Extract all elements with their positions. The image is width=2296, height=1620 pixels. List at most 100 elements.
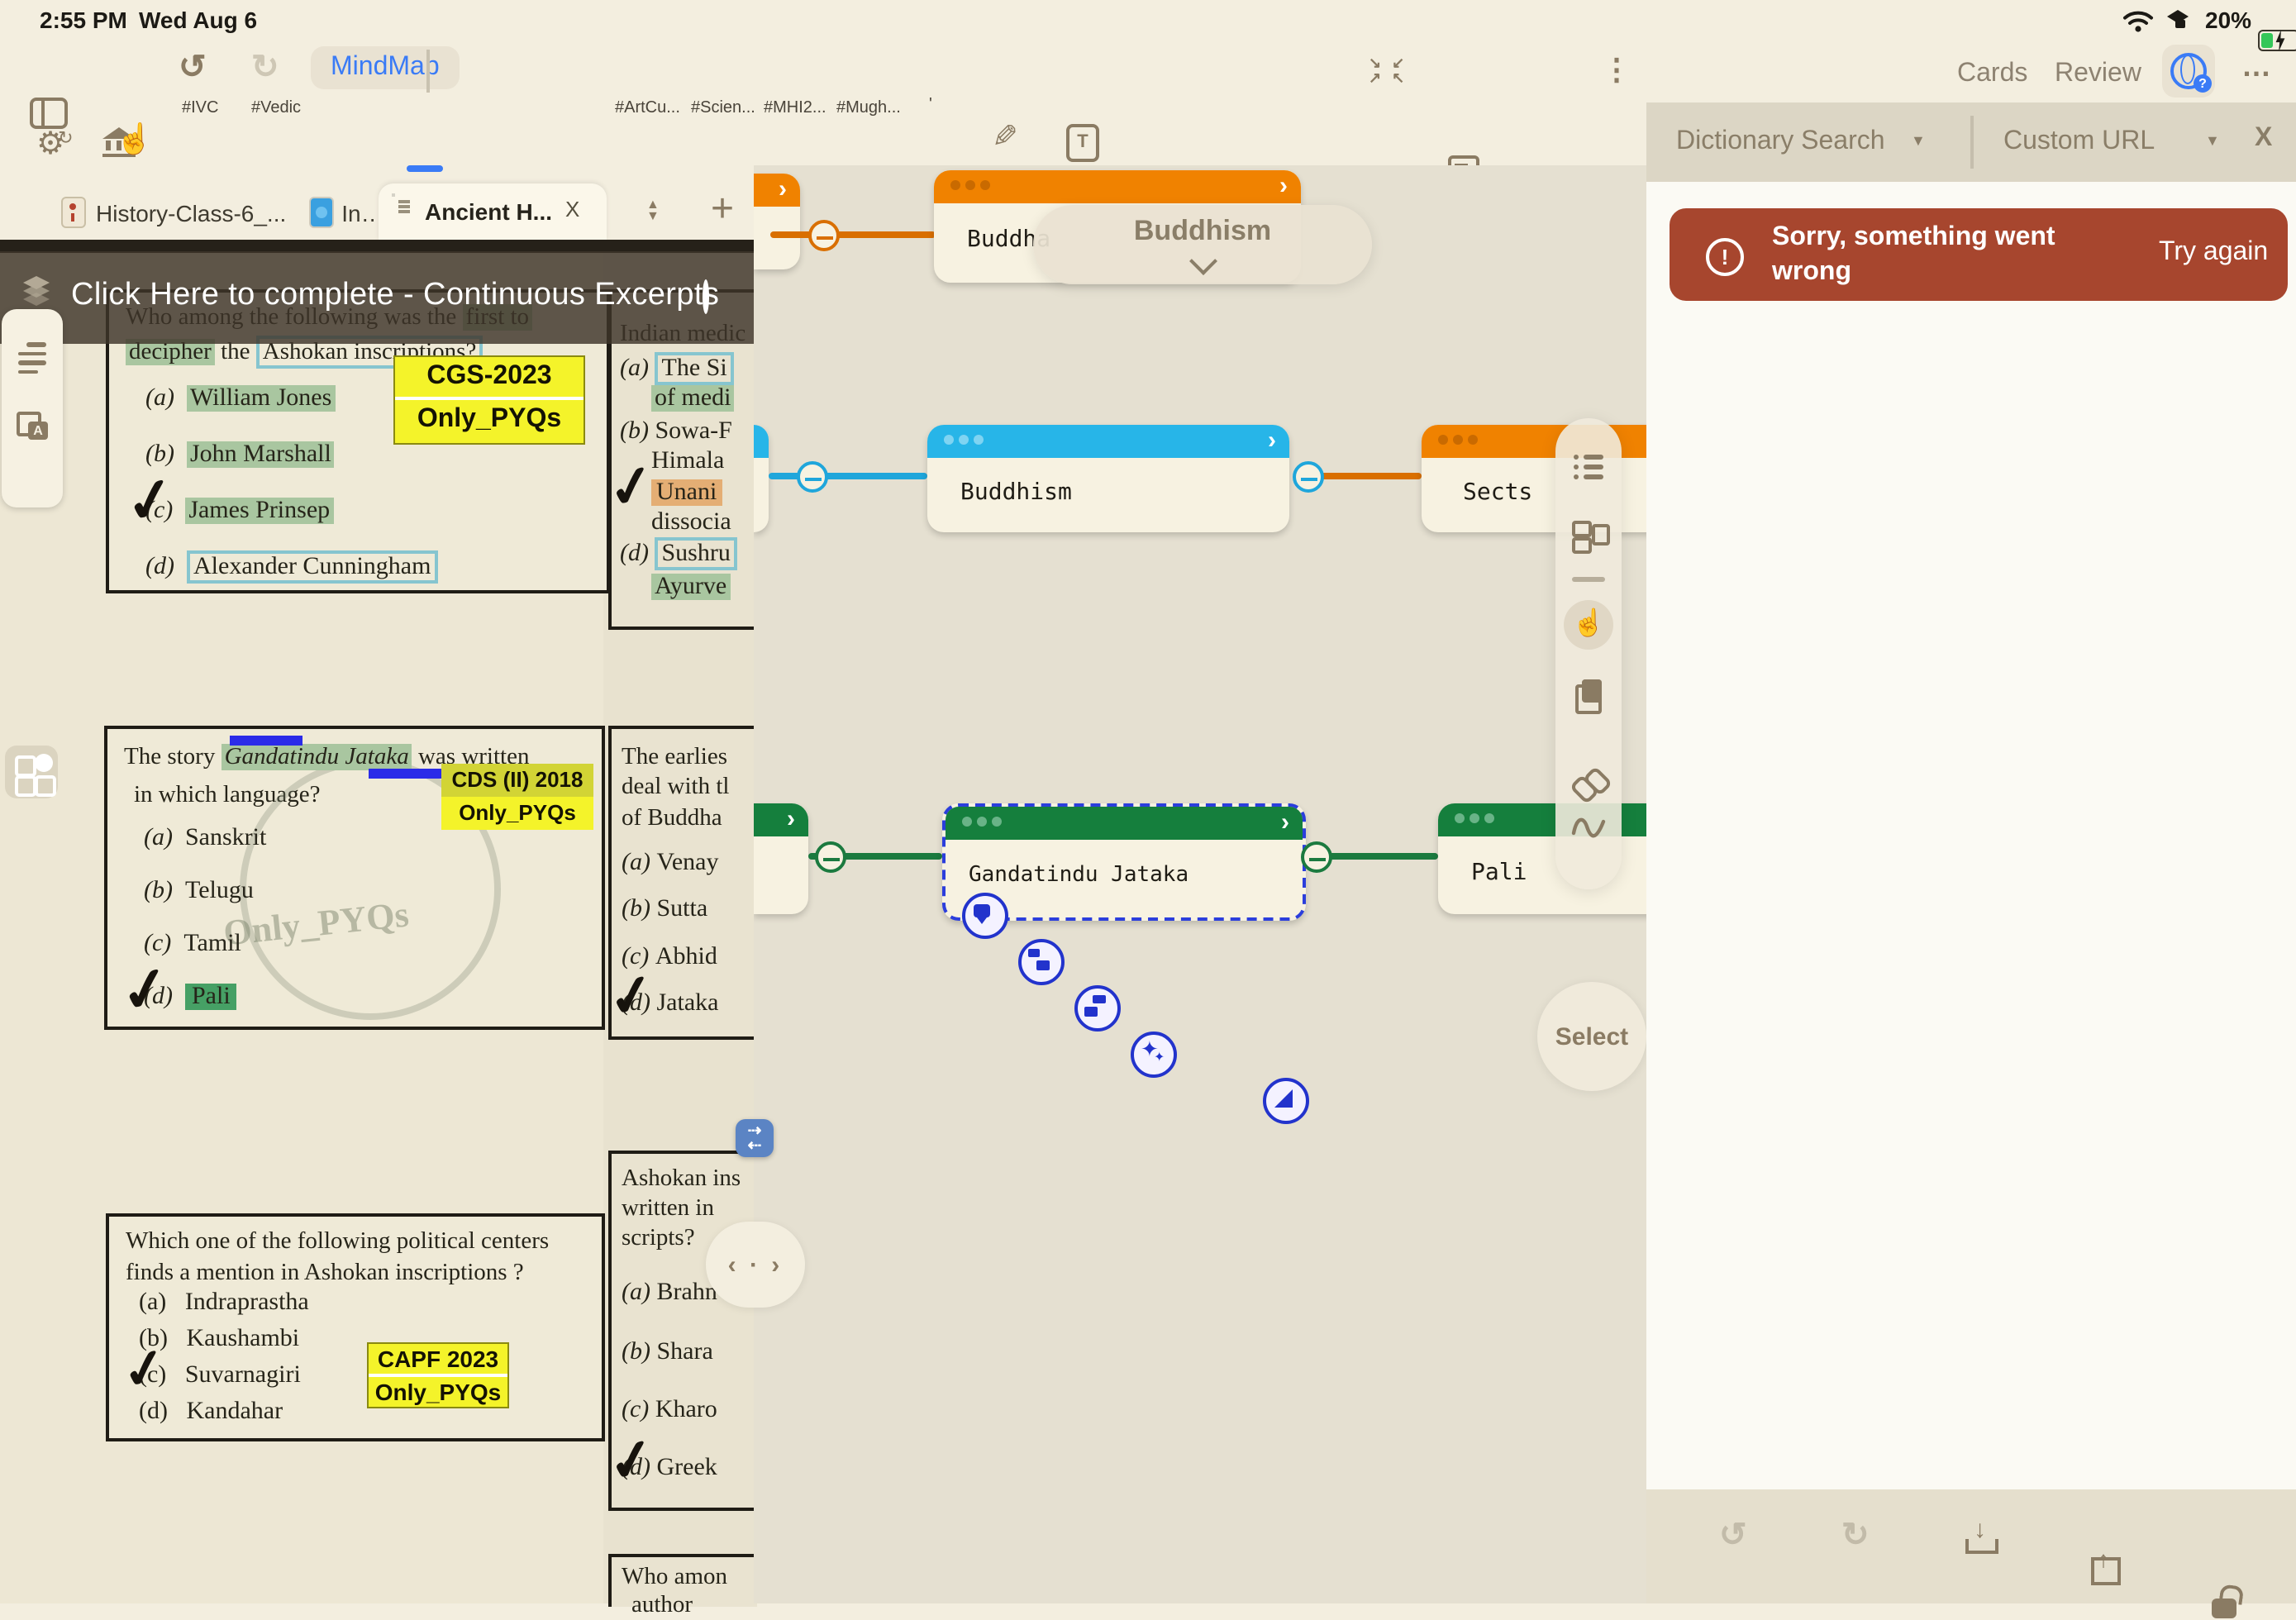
tab-sort-icon[interactable]: ▲ ▼ <box>646 198 660 222</box>
outline-list-icon[interactable] <box>1574 455 1603 479</box>
mindmap-node-partial-green[interactable]: › <box>754 803 808 914</box>
fit-view-icon[interactable]: ↘ ↙ ↗ ↖ <box>1369 56 1408 86</box>
dictionary-search-dropdown[interactable]: Dictionary Search <box>1676 127 1885 157</box>
tag-scien[interactable]: #Scien... <box>691 99 755 117</box>
custom-url-dropdown[interactable]: Custom URL <box>2003 127 2155 157</box>
target-icon[interactable] <box>703 279 709 314</box>
selection-bracket-icon[interactable] <box>369 769 441 779</box>
copy-icon[interactable] <box>1582 679 1602 703</box>
panel-redo-icon[interactable]: ↻ <box>1841 1519 1870 1552</box>
mindmap-mode-button[interactable]: MindMap <box>311 46 460 89</box>
excerpt-banner[interactable]: Click Here to complete - Continuous Exce… <box>0 251 754 344</box>
research-panel-body: ! Sorry, something went wrong Try again <box>1646 182 2296 1489</box>
tag-artcu[interactable]: #ArtCu... <box>615 99 680 117</box>
chevron-down-icon[interactable] <box>1188 247 1217 275</box>
q2r-line: of Buddha <box>622 803 722 833</box>
translate-icon[interactable]: A <box>17 412 50 445</box>
caret-down-icon[interactable]: ▼ <box>1911 132 1926 149</box>
scribble-icon[interactable] <box>1570 812 1607 853</box>
tag-mhi2[interactable]: #MHI2... <box>764 99 826 117</box>
pane-resize-handle[interactable]: ‹ · › <box>706 1222 805 1308</box>
add-child-node-button[interactable] <box>1018 939 1065 985</box>
collapse-connector-icon[interactable] <box>815 841 846 873</box>
question-box-4[interactable]: Who amon author <box>608 1554 757 1607</box>
cards-button[interactable]: Cards <box>1957 60 2027 89</box>
question-box-3r[interactable]: Ashokan ins written in scripts? (a) Brah… <box>608 1151 757 1511</box>
web-lookup-button[interactable] <box>2162 45 2215 98</box>
question-box-3[interactable]: Which one of the following political cen… <box>106 1213 605 1441</box>
tab-ancient-h-active[interactable]: Ancient H... X <box>379 183 607 241</box>
undo-button[interactable]: ↺ <box>179 51 207 84</box>
question-box-2[interactable]: Only_PYQs The story Gandatindu Jataka wa… <box>104 726 605 1030</box>
link-icon[interactable] <box>1572 769 1605 802</box>
text-tool-icon[interactable]: T <box>1066 124 1099 162</box>
selection-bracket-icon[interactable] <box>230 736 302 746</box>
add-tab-icon[interactable]: + <box>711 190 734 230</box>
quick-grid-icon[interactable] <box>5 746 58 798</box>
collapse-connector-icon[interactable] <box>797 461 828 493</box>
tab-history-class-6[interactable]: History-Class-6_... <box>63 185 311 240</box>
q1r-row: of medi <box>651 385 735 413</box>
toc-list-icon[interactable] <box>18 342 46 374</box>
tag-mugh[interactable]: #Mugh... <box>836 99 901 117</box>
select-label: Select <box>1555 1022 1628 1051</box>
mindmap-node-partial-cyan[interactable] <box>754 425 769 532</box>
auto-sync-gear-icon[interactable]: ⚙↻ <box>36 126 80 164</box>
panel-more-icon[interactable]: … <box>2241 50 2273 84</box>
redo-button[interactable]: ↻ <box>251 51 279 84</box>
panel-undo-icon[interactable]: ↺ <box>1719 1519 1747 1552</box>
chevron-right-icon[interactable]: › <box>787 803 795 836</box>
mindmap-node-partial-orange[interactable]: › <box>754 174 800 269</box>
mindmap-node-buddhism[interactable]: › Buddhism <box>927 425 1289 532</box>
share-icon[interactable]: ↑ <box>2089 1552 2119 1585</box>
mindmap-canvas[interactable]: › › Buddha Buddhism › Buddhism <box>754 165 1646 1603</box>
document-pane[interactable]: Who among the following was the first to… <box>0 240 754 1603</box>
q1r-checkmark: ✓ <box>605 460 660 514</box>
download-icon[interactable]: ↓ <box>1964 1521 1997 1554</box>
sidebar-toggle-icon[interactable] <box>30 98 68 129</box>
chevron-right-icon[interactable]: › <box>1268 425 1276 458</box>
collapse-connector-icon[interactable] <box>808 220 840 251</box>
more-options-kebab-icon[interactable]: ⋮ <box>1602 53 1631 86</box>
q3-line1: Which one of the following political cen… <box>126 1227 585 1256</box>
q3-option-a: (a) Indraprastha <box>139 1289 309 1317</box>
node-label: Sects <box>1463 479 1532 506</box>
q1-option-d: (d) Alexander Cunningham <box>145 554 437 582</box>
tab-close-icon[interactable]: X <box>565 197 579 222</box>
tag-vedic[interactable]: #Vedic <box>251 99 301 117</box>
unlock-icon[interactable] <box>2212 1585 2241 1618</box>
comment-action-button[interactable] <box>962 893 1008 939</box>
tab-label: Ancient H... <box>425 198 552 225</box>
pencil-tool-icon[interactable]: ✎ <box>992 119 1018 157</box>
ai-sparkle-button[interactable]: ✦ ✦ <box>1131 1032 1177 1078</box>
resize-handle-button[interactable] <box>1263 1078 1309 1124</box>
chevron-right-icon[interactable]: › <box>1279 170 1288 203</box>
add-sibling-node-button[interactable] <box>1074 985 1121 1032</box>
q2r-row: (a) Venay <box>622 850 719 878</box>
question-box-2r[interactable]: The earlies deal with tl of Buddha (a) V… <box>608 726 757 1040</box>
graduation-cap-icon <box>2165 10 2192 30</box>
branch-summary-overlay[interactable]: Buddhism <box>1033 205 1372 284</box>
layers-icon[interactable] <box>23 276 50 306</box>
select-mode-button[interactable]: Select <box>1537 982 1646 1091</box>
chevron-right-icon[interactable]: › <box>1281 807 1289 840</box>
q2r-checkmark: ✓ <box>605 970 660 1023</box>
tag-apostrophe[interactable]: ' <box>929 96 932 114</box>
q3r-line: scripts? <box>622 1223 695 1253</box>
q1r-row: Unani <box>651 479 722 507</box>
hand-mode-active-bg[interactable]: ☝ <box>1564 600 1613 650</box>
q3r-row: (c) Kharo <box>622 1397 717 1425</box>
caret-down-icon[interactable]: ▼ <box>2205 132 2220 149</box>
collapse-connector-icon[interactable] <box>1293 461 1324 493</box>
try-again-button[interactable]: Try again <box>2159 238 2268 268</box>
node-dots-icon <box>962 817 1002 827</box>
hand-tool-icon[interactable]: ☝ <box>116 122 153 157</box>
card-layout-icon[interactable] <box>1572 521 1605 550</box>
close-panel-icon[interactable]: X <box>2255 124 2272 154</box>
tag-ivc[interactable]: #IVC <box>182 99 218 117</box>
toolbar-divider <box>1572 577 1605 581</box>
collapse-connector-icon[interactable] <box>1301 841 1332 873</box>
chevron-right-icon[interactable]: › <box>779 174 787 207</box>
swap-panes-button[interactable]: ⇢⇠ <box>736 1119 774 1157</box>
review-button[interactable]: Review <box>2055 60 2141 89</box>
